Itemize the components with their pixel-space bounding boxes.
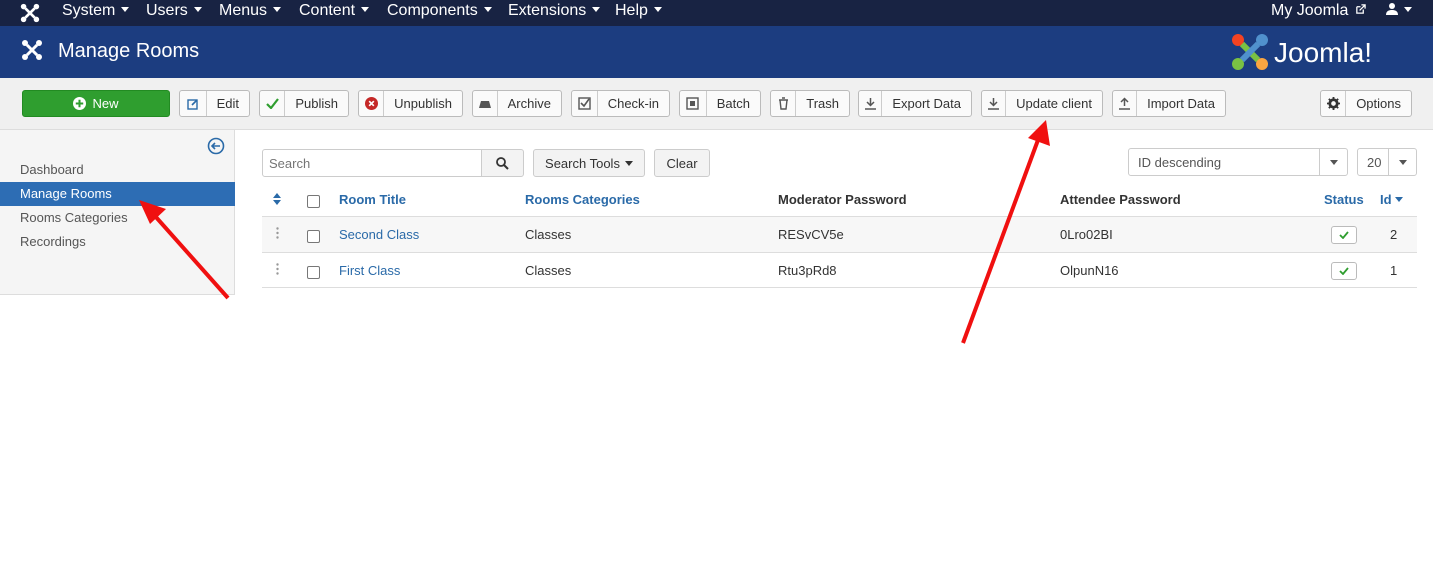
menu-system[interactable]: System	[62, 2, 130, 20]
upload-icon	[1119, 97, 1131, 110]
sort-ordering-icon[interactable]	[273, 193, 281, 205]
room-category: Classes	[525, 227, 572, 242]
trash-button[interactable]: Trash	[770, 90, 850, 117]
user-icon	[1386, 3, 1398, 15]
clear-button[interactable]: Clear	[654, 149, 710, 177]
top-navbar: System Users Menus Content Components Ex…	[0, 0, 1433, 26]
publish-button[interactable]: Publish	[259, 90, 349, 117]
moderator-password: Rtu3pRd8	[778, 263, 837, 278]
row-checkbox[interactable]	[307, 230, 320, 243]
search-icon	[496, 156, 509, 170]
joomla-brand-logo: Joomla!	[1232, 34, 1372, 70]
export-data-button[interactable]: Export Data	[858, 90, 972, 117]
batch-icon	[686, 97, 700, 110]
sort-desc-icon	[1394, 197, 1403, 202]
chevron-down-icon	[1398, 159, 1407, 165]
menu-help[interactable]: Help	[615, 2, 662, 20]
my-joomla-link[interactable]: My Joomla	[1271, 2, 1366, 20]
options-button[interactable]: Options	[1320, 90, 1412, 117]
checkin-icon	[578, 97, 591, 110]
room-title-link[interactable]: First Class	[339, 263, 400, 278]
menu-components[interactable]: Components	[387, 2, 492, 20]
collapse-sidebar-icon[interactable]	[207, 137, 225, 155]
column-header-room-title[interactable]: Room Title	[339, 192, 406, 207]
page-header: Manage Rooms Joomla!	[0, 26, 1433, 78]
drag-handle-icon[interactable]	[276, 263, 279, 275]
attendee-password: OlpunN16	[1060, 263, 1119, 278]
check-icon	[1339, 231, 1349, 239]
select-all-checkbox[interactable]	[307, 195, 320, 208]
menu-menus[interactable]: Menus	[219, 2, 282, 20]
column-header-status[interactable]: Status	[1324, 192, 1364, 207]
checkin-button[interactable]: Check-in	[571, 90, 670, 117]
status-toggle-button[interactable]	[1331, 262, 1357, 280]
row-checkbox[interactable]	[307, 266, 320, 279]
plus-circle-icon	[73, 97, 87, 110]
toolbar: New Edit Publish Unpublish Archive Check…	[0, 78, 1433, 130]
gear-icon	[1326, 97, 1340, 110]
sidebar-item-recordings[interactable]: Recordings	[0, 230, 235, 254]
check-icon	[265, 98, 279, 109]
user-menu[interactable]	[1386, 2, 1412, 20]
table-row: First Class Classes Rtu3pRd8 OlpunN16 1	[262, 252, 1417, 288]
download-icon	[988, 98, 1000, 110]
menu-users[interactable]: Users	[146, 2, 202, 20]
unpublish-button[interactable]: Unpublish	[358, 90, 463, 117]
external-link-icon	[1356, 4, 1366, 14]
check-icon	[1339, 267, 1349, 275]
page-title: Manage Rooms	[58, 40, 200, 62]
joomla-logo-icon[interactable]	[19, 2, 41, 24]
room-id: 1	[1390, 263, 1398, 278]
edit-icon	[187, 98, 198, 110]
limit-select[interactable]: 20	[1357, 148, 1417, 176]
download-icon	[864, 98, 876, 110]
menu-extensions[interactable]: Extensions	[508, 2, 601, 20]
search-input[interactable]	[262, 149, 482, 177]
column-header-id[interactable]: Id	[1380, 192, 1403, 207]
archive-icon	[478, 100, 491, 108]
attendee-password: 0Lro02BI	[1060, 227, 1113, 242]
drag-handle-icon[interactable]	[276, 227, 279, 239]
column-header-attendee-password: Attendee Password	[1060, 192, 1181, 207]
update-client-button[interactable]: Update client	[981, 90, 1103, 117]
sidebar-item-rooms-categories[interactable]: Rooms Categories	[0, 206, 235, 230]
sidebar: Dashboard Manage Rooms Rooms Categories …	[0, 130, 235, 295]
status-toggle-button[interactable]	[1331, 226, 1357, 244]
room-title-link[interactable]: Second Class	[339, 227, 419, 242]
unpublish-icon	[364, 97, 378, 110]
moderator-password: RESvCV5e	[778, 227, 844, 242]
menu-content[interactable]: Content	[299, 2, 370, 20]
archive-button[interactable]: Archive	[472, 90, 562, 117]
sidebar-item-dashboard[interactable]: Dashboard	[0, 158, 235, 182]
new-button[interactable]: New	[22, 90, 170, 117]
search-button[interactable]	[481, 149, 524, 177]
column-header-rooms-categories[interactable]: Rooms Categories	[525, 192, 640, 207]
svg-text:Joomla!: Joomla!	[1274, 37, 1372, 68]
ordering-select[interactable]: ID descending	[1128, 148, 1348, 176]
room-category: Classes	[525, 263, 572, 278]
room-id: 2	[1390, 227, 1398, 242]
table-row: Second Class Classes RESvCV5e 0Lro02BI 2	[262, 216, 1417, 252]
import-data-button[interactable]: Import Data	[1112, 90, 1226, 117]
edit-button[interactable]: Edit	[179, 90, 250, 117]
column-header-moderator-password: Moderator Password	[778, 192, 907, 207]
chevron-down-icon	[1329, 159, 1338, 165]
trash-icon	[778, 97, 788, 110]
search-tools-button[interactable]: Search Tools	[533, 149, 645, 177]
joomla-header-icon	[22, 40, 42, 60]
sidebar-item-manage-rooms[interactable]: Manage Rooms	[0, 182, 235, 206]
batch-button[interactable]: Batch	[679, 90, 761, 117]
